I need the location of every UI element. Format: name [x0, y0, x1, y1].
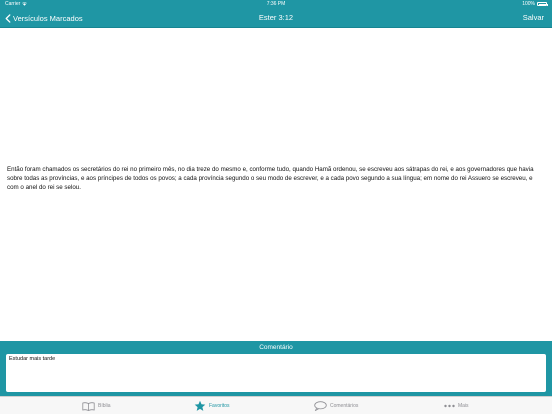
- battery-icon: [537, 2, 548, 6]
- tab-comentarios[interactable]: Comentários: [314, 399, 358, 413]
- tab-bar: Bíblia Favoritos Comentários Mais: [0, 396, 552, 414]
- tab-biblia[interactable]: Bíblia: [82, 399, 111, 413]
- comment-input[interactable]: Estudar mais tarde: [6, 354, 546, 392]
- book-icon: [82, 401, 95, 411]
- comment-header: Comentário: [259, 344, 293, 351]
- tab-favoritos[interactable]: Favoritos: [194, 399, 230, 413]
- page-title: Ester 3:12: [258, 13, 294, 22]
- battery-percent: 100%: [522, 1, 535, 7]
- comment-panel: Comentário Estudar mais tarde: [0, 341, 552, 396]
- status-time: 7:36 PM: [266, 1, 286, 7]
- battery-indicator: 100%: [522, 1, 548, 7]
- tab-mais-label: Mais: [458, 403, 469, 409]
- tab-biblia-label: Bíblia: [98, 403, 111, 409]
- save-button[interactable]: Salvar: [523, 11, 544, 25]
- tab-favoritos-label: Favoritos: [209, 403, 230, 409]
- speech-bubble-icon: [314, 401, 327, 411]
- status-bar: Carrier 7:36 PM 100%: [0, 0, 552, 9]
- star-icon: [194, 400, 206, 411]
- tab-mais[interactable]: Mais: [444, 399, 469, 413]
- tab-comentarios-label: Comentários: [330, 403, 359, 409]
- navigation-bar: Versículos Marcados Ester 3:12 Salvar: [0, 9, 552, 28]
- verse-text: Então foram chamados os secretários do r…: [7, 166, 534, 192]
- more-icon: [444, 404, 455, 408]
